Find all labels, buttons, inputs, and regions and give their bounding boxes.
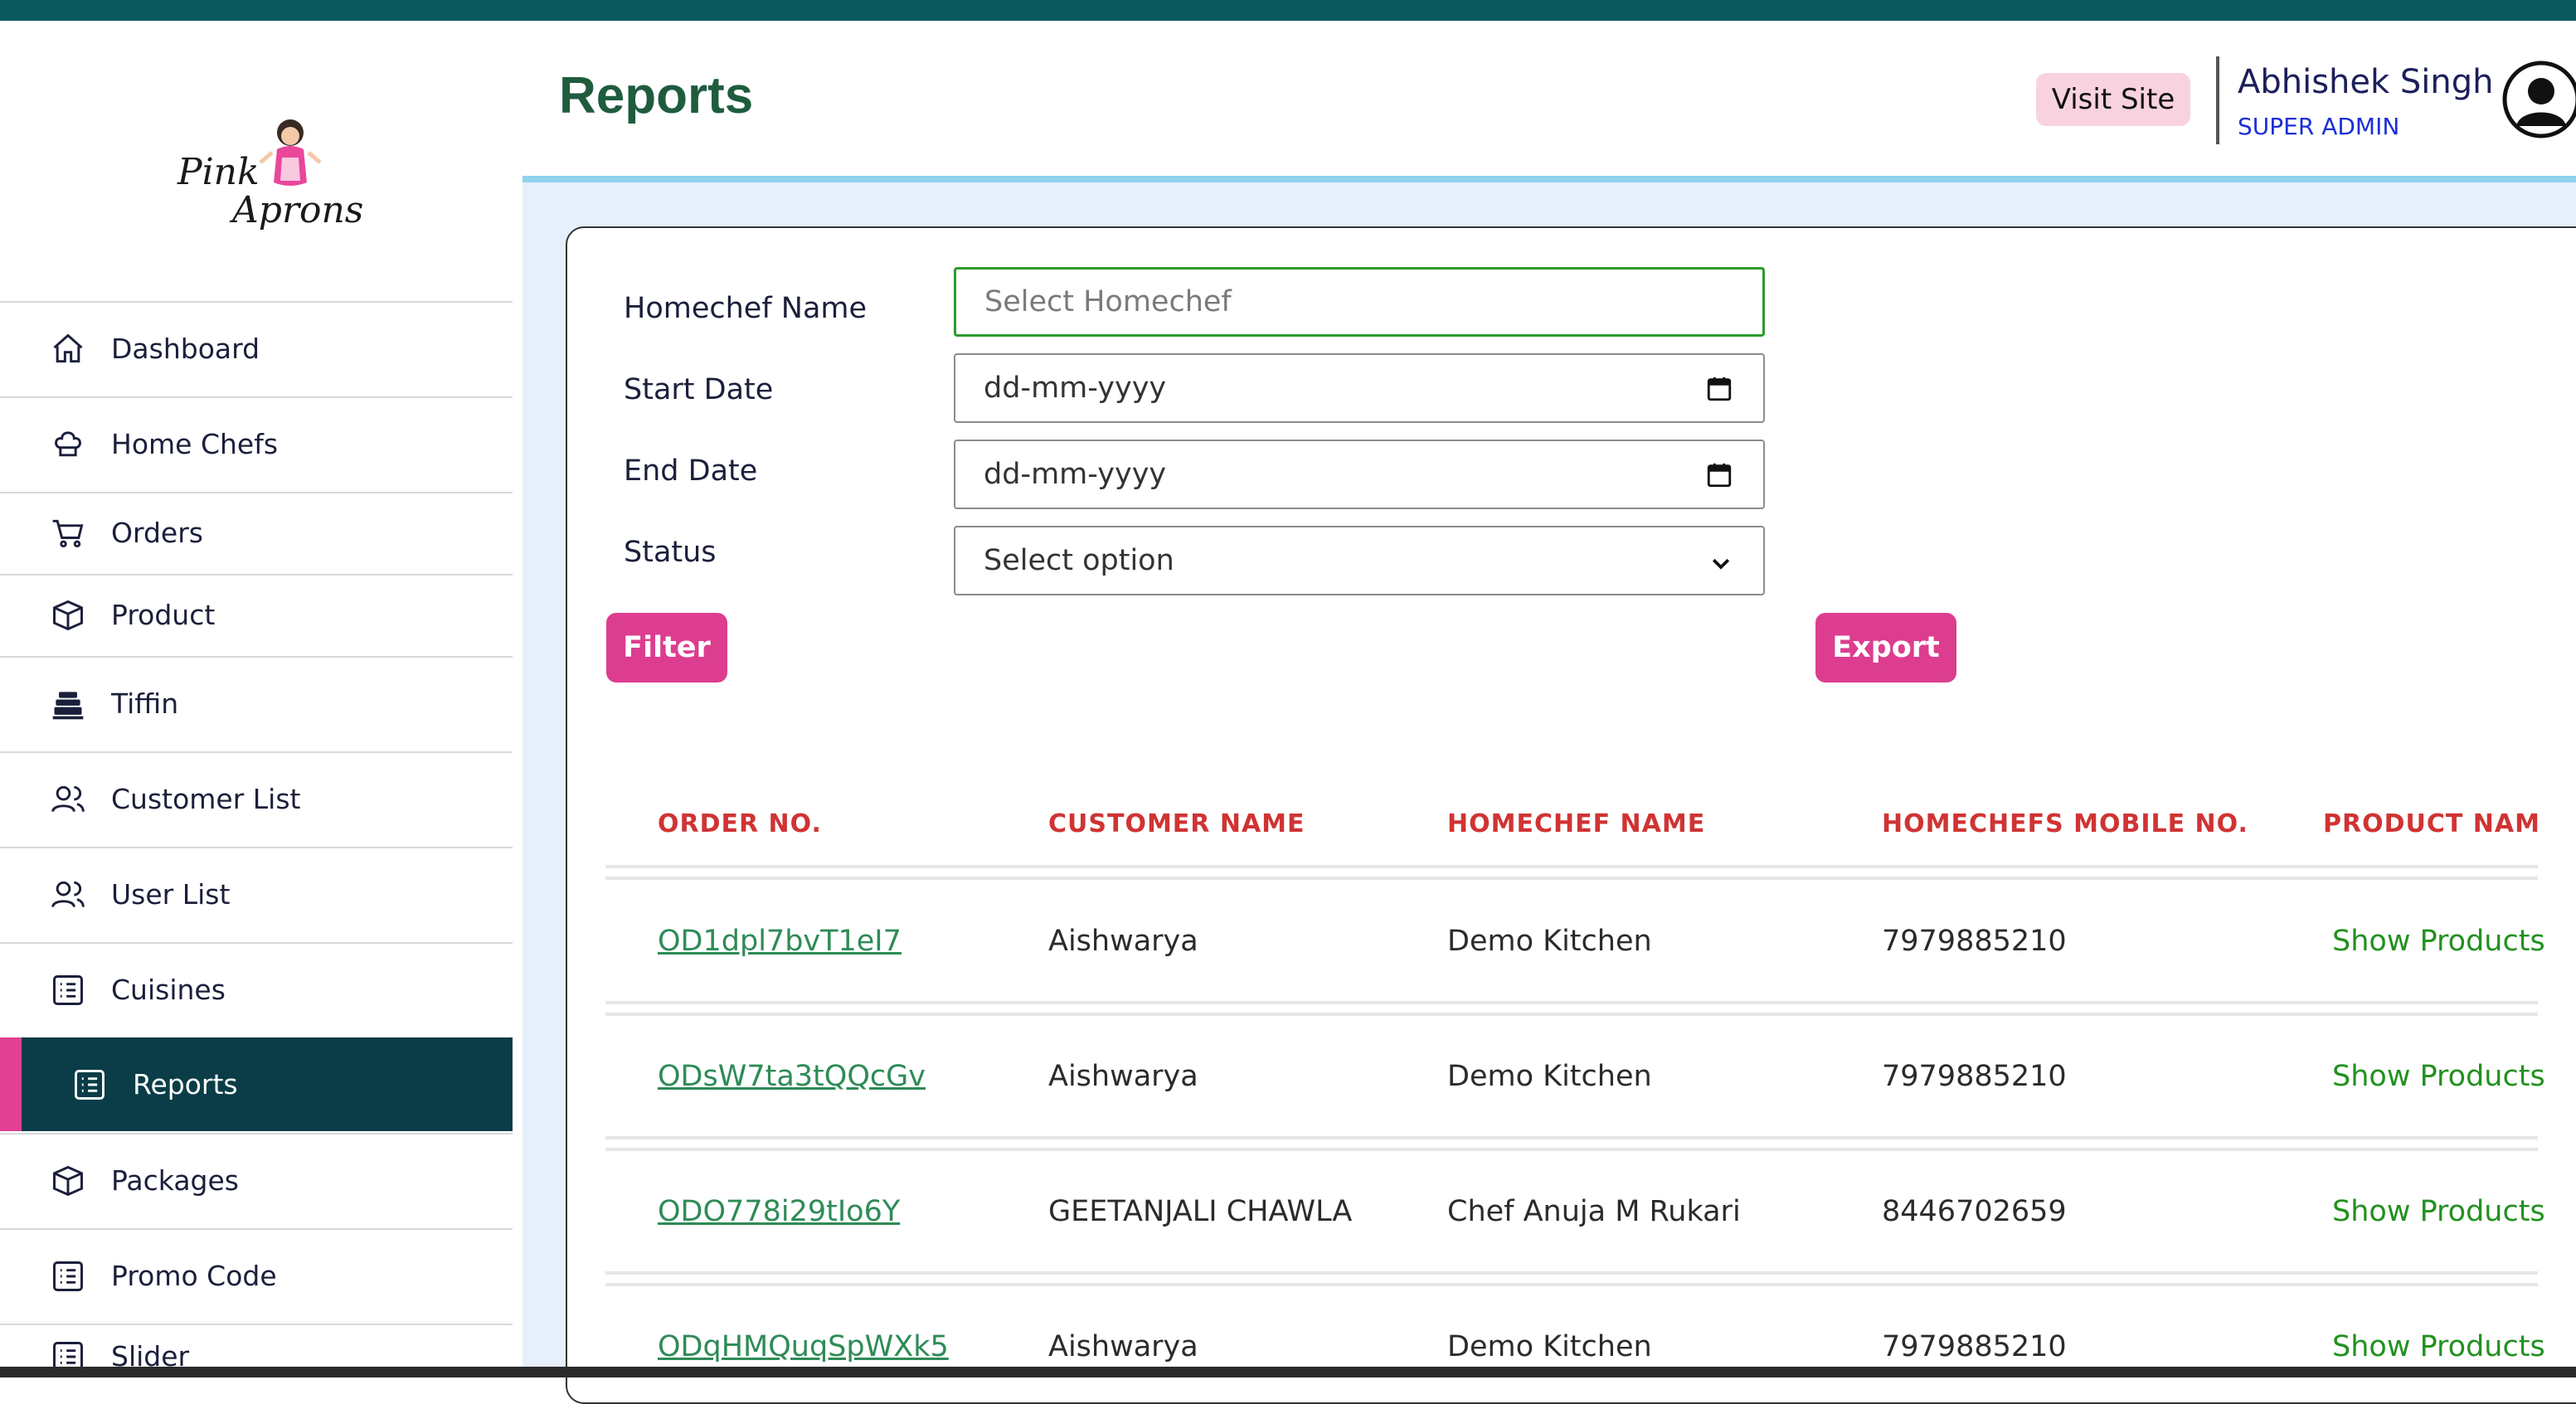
taskbar-edge	[0, 1367, 2576, 1377]
visit-site-button[interactable]: Visit Site	[2036, 73, 2190, 126]
filter-button[interactable]: Filter	[606, 613, 727, 683]
chef-hat-icon	[50, 426, 86, 463]
home-icon	[50, 331, 86, 367]
chevron-down-icon	[1712, 558, 1730, 570]
box-icon	[50, 1163, 86, 1199]
start-date-label: Start Date	[624, 373, 774, 406]
show-products-link[interactable]: Show Products	[2332, 925, 2545, 958]
mobile-cell: 7979885210	[1882, 1060, 2067, 1093]
sidebar-item-label: Promo Code	[111, 1260, 277, 1292]
header-divider	[2216, 56, 2219, 144]
users-icon	[50, 877, 86, 913]
sidebar-item-label: Cuisines	[111, 974, 226, 1006]
customer-name-cell: Aishwarya	[1048, 925, 1198, 958]
end-date-value: dd-mm-yyyy	[984, 458, 1167, 491]
mobile-cell: 8446702659	[1882, 1195, 2067, 1228]
sidebar-item-user-list[interactable]: User List	[0, 847, 513, 940]
status-value: Select option	[984, 544, 1174, 577]
sidebar-item-tiffin[interactable]: Tiffin	[0, 656, 513, 750]
show-products-link[interactable]: Show Products	[2332, 1330, 2545, 1363]
calendar-icon[interactable]	[1705, 375, 1733, 403]
sidebar-item-label: User List	[111, 878, 231, 911]
table-row-divider	[605, 877, 2538, 880]
table-row-divider	[605, 1013, 2538, 1016]
sidebar-item-reports[interactable]: Reports	[0, 1037, 513, 1131]
calendar-icon[interactable]	[1705, 461, 1733, 489]
homechef-placeholder: Select Homechef	[984, 285, 1232, 318]
homechef-select[interactable]: Select Homechef	[954, 267, 1765, 337]
list-icon	[50, 972, 86, 1008]
mobile-cell: 7979885210	[1882, 1330, 2067, 1363]
sidebar-item-label: Tiffin	[111, 687, 179, 720]
table-row-divider	[605, 1148, 2538, 1151]
sidebar-item-orders[interactable]: Orders	[0, 492, 513, 572]
column-header-order-no[interactable]: ORDER NO.	[658, 809, 822, 838]
brand-logo[interactable]: Pink Aprons	[174, 100, 363, 249]
table-row-divider	[605, 1001, 2538, 1004]
logo-text-aprons: Aprons	[232, 189, 364, 231]
avatar[interactable]	[2501, 60, 2576, 139]
sidebar-item-promo-code[interactable]: Promo Code	[0, 1228, 513, 1322]
sidebar-item-slider[interactable]: Slider	[0, 1324, 513, 1387]
sidebar-item-home-chefs[interactable]: Home Chefs	[0, 396, 513, 490]
column-header-homechef-name[interactable]: HOMECHEF NAME	[1447, 809, 1705, 838]
sidebar-item-cuisines[interactable]: Cuisines	[0, 942, 513, 1036]
status-label: Status	[624, 536, 717, 569]
sidebar-item-label: Packages	[111, 1164, 239, 1197]
list-icon	[71, 1066, 108, 1103]
order-number-link[interactable]: OD1dpl7bvT1eI7	[658, 925, 902, 958]
user-role: SUPER ADMIN	[2238, 113, 2400, 140]
top-accent-bar	[0, 0, 2576, 21]
table-row-divider	[605, 1136, 2538, 1139]
sidebar-item-product[interactable]: Product	[0, 574, 513, 654]
status-select[interactable]: Select option	[954, 526, 1765, 595]
homechef-name-cell: Demo Kitchen	[1447, 925, 1652, 958]
tiffin-icon	[50, 686, 86, 722]
table-row-divider	[605, 1283, 2538, 1286]
table-row-divider	[605, 865, 2538, 868]
user-avatar-icon	[2502, 61, 2576, 138]
homechef-label: Homechef Name	[624, 292, 868, 325]
end-date-input[interactable]: dd-mm-yyyy	[954, 440, 1765, 509]
start-date-input[interactable]: dd-mm-yyyy	[954, 353, 1765, 423]
export-button[interactable]: Export	[1815, 613, 1956, 683]
list-icon	[50, 1258, 86, 1295]
start-date-value: dd-mm-yyyy	[984, 372, 1167, 405]
homechef-name-cell: Demo Kitchen	[1447, 1330, 1652, 1363]
sidebar: Pink Aprons Dashboard Home Chefs Orders	[0, 21, 513, 1372]
customer-name-cell: GEETANJALI CHAWLA	[1048, 1195, 1353, 1228]
show-products-link[interactable]: Show Products	[2332, 1060, 2545, 1093]
end-date-label: End Date	[624, 454, 758, 488]
homechef-name-cell: Demo Kitchen	[1447, 1060, 1652, 1093]
table-row-divider	[605, 1271, 2538, 1275]
mobile-cell: 7979885210	[1882, 925, 2067, 958]
customer-name-cell: Aishwarya	[1048, 1330, 1198, 1363]
show-products-link[interactable]: Show Products	[2332, 1195, 2545, 1228]
page-title: Reports	[559, 67, 754, 124]
sidebar-item-label: Dashboard	[111, 333, 260, 365]
sidebar-item-label: Reports	[133, 1068, 238, 1100]
column-header-product-name[interactable]: PRODUCT NAMI	[2323, 809, 2539, 838]
column-header-mobile-no[interactable]: HOMECHEFS MOBILE NO.	[1882, 809, 2248, 838]
cart-icon	[50, 515, 86, 551]
sidebar-item-label: Home Chefs	[111, 428, 279, 460]
sidebar-item-label: Orders	[111, 517, 203, 549]
column-header-customer-name[interactable]: CUSTOMER NAME	[1048, 809, 1305, 838]
logo-text-pink: Pink	[177, 151, 260, 193]
sidebar-item-label: Product	[111, 599, 216, 631]
homechef-name-cell: Chef Anuja M Rukari	[1447, 1195, 1741, 1228]
order-number-link[interactable]: ODsW7ta3tQQcGv	[658, 1060, 926, 1093]
users-icon	[50, 781, 86, 818]
sidebar-item-label: Customer List	[111, 783, 301, 815]
order-number-link[interactable]: ODO778i29tIo6Y	[658, 1195, 900, 1228]
sidebar-item-packages[interactable]: Packages	[0, 1133, 513, 1227]
order-number-link[interactable]: ODqHMQuqSpWXk5	[658, 1330, 949, 1363]
sidebar-item-customer-list[interactable]: Customer List	[0, 751, 513, 845]
user-name: Abhishek Singh	[2238, 63, 2494, 101]
customer-name-cell: Aishwarya	[1048, 1060, 1198, 1093]
header-divider-line	[522, 176, 2576, 182]
box-icon	[50, 597, 86, 634]
sidebar-item-dashboard[interactable]: Dashboard	[0, 301, 513, 395]
